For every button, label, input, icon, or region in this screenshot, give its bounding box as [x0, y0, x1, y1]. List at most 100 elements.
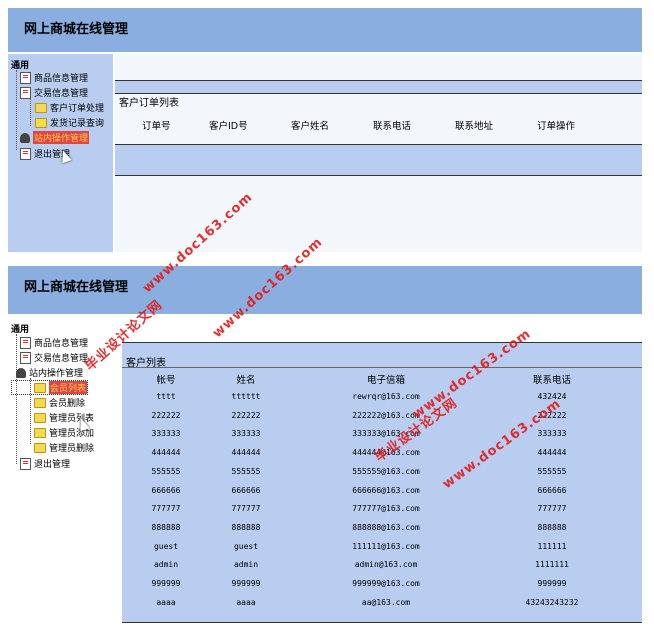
table-cell: aaaa — [236, 597, 256, 607]
tree-line — [30, 98, 31, 126]
app-title: 网上商城在线管理 — [24, 280, 129, 295]
app-title: 网上商城在线管理 — [24, 22, 129, 37]
sidebar-item-order-process[interactable]: 客户订单处理 — [35, 101, 104, 114]
sidebar-item-site-ops[interactable]: 站内操作管理 — [16, 366, 83, 379]
table-cell: 666666 — [151, 485, 181, 495]
table-cell: 888888 — [151, 522, 181, 532]
folder-icon — [35, 102, 47, 113]
user-group-icon — [20, 132, 30, 143]
document-icon — [20, 71, 31, 84]
table-cell: tttttt — [231, 392, 261, 401]
column-header: 联系电话 — [373, 121, 412, 132]
sidebar: 通用 商品信息管理 交易信息管理 客户订单处理 发货记录查询 站内操作管理 退出… — [8, 54, 113, 252]
order-list-title: 客户订单列表 — [119, 98, 179, 109]
table-cell: 777777 — [151, 504, 181, 514]
table-cell: 333333 — [151, 429, 181, 439]
column-header: 联系电话 — [532, 375, 572, 386]
document-icon — [20, 457, 31, 470]
folder-icon — [34, 427, 46, 438]
user-group-icon — [16, 367, 26, 378]
table-footer-band — [115, 144, 642, 176]
table-cell: 444444 — [231, 448, 261, 458]
sidebar-item-label: 会员删除 — [49, 399, 86, 409]
folder-icon — [34, 412, 46, 423]
column-header: 客户姓名 — [291, 121, 330, 132]
sidebar-section-general: 通用 — [11, 61, 30, 71]
table-cell: 777777 — [231, 504, 261, 514]
sidebar-item-product-info[interactable]: 商品信息管理 — [20, 336, 88, 349]
table-cell: 333333 — [537, 429, 567, 439]
sidebar-item-product-info[interactable]: 商品信息管理 — [20, 71, 88, 84]
folder-icon — [35, 117, 47, 128]
table-cell: 43243243232 — [525, 597, 579, 607]
table-cell: admin@163.com — [354, 560, 418, 570]
table-cell: 999999 — [537, 579, 567, 588]
table-cell: 444444 — [151, 448, 181, 458]
table-cell: tttt — [156, 392, 176, 401]
table-cell: 222222 — [151, 410, 181, 420]
sidebar-item-admin-delete[interactable]: 管理员删除 — [34, 441, 94, 454]
table-cell: 222222@163.com — [352, 410, 420, 420]
sidebar-item-label: 站内操作管理 — [33, 131, 90, 144]
sidebar-item-label: 会员列表 — [49, 381, 88, 394]
sidebar-item-shipping-query[interactable]: 发货记录查询 — [35, 116, 104, 129]
tree-line — [16, 334, 17, 464]
table-cell: 888888 — [231, 522, 261, 532]
table-cell: 666666 — [231, 485, 261, 495]
sidebar-item-label: 客户订单处理 — [50, 104, 105, 114]
sidebar-item-member-delete[interactable]: 会员删除 — [34, 396, 85, 409]
table-cell: 888888 — [537, 522, 567, 532]
sidebar-item-label: 交易信息管理 — [34, 354, 89, 364]
column-header: 帐号 — [156, 375, 176, 386]
app-header: 网上商城在线管理 — [8, 8, 642, 52]
document-icon — [20, 336, 31, 349]
sidebar-item-member-list[interactable]: 会员列表 — [10, 380, 89, 395]
column-header: 姓名 — [236, 375, 256, 386]
main-content: 客户列表 帐号 姓名 电子信箱 联系电话 tttt tttttt rewrqr@163.c… — [122, 318, 642, 636]
table-cell: 999999 — [231, 579, 261, 588]
column-header: 联系地址 — [455, 121, 494, 132]
folder-icon — [34, 442, 46, 453]
table-cell: 111111 — [537, 541, 567, 551]
sidebar-item-label: 站内操作管理 — [29, 369, 84, 379]
table-cell: 777777 — [537, 504, 567, 514]
column-header: 客户ID号 — [209, 121, 248, 132]
member-table: 客户列表 帐号 姓名 电子信箱 联系电话 tttt tttttt rewrqr@163.c… — [122, 352, 642, 623]
folder-icon — [34, 397, 46, 408]
top-band — [115, 80, 642, 94]
table-cell: 999999 — [151, 579, 181, 588]
order-list-screen: 网上商城在线管理 通用 商品信息管理 交易信息管理 客户订单处理 发货记录查询 … — [8, 8, 642, 252]
folder-icon — [34, 382, 46, 393]
document-icon — [20, 147, 31, 160]
table-cell: guest — [153, 541, 179, 551]
table-cell: aaaa — [156, 597, 176, 607]
main-content: 客户订单列表 订单号 客户ID号 客户姓名 联系电话 联系地址 订单操作 — [115, 54, 642, 252]
table-cell: 222222 — [231, 410, 261, 420]
sidebar-item-logout[interactable]: 退出管理 — [20, 457, 70, 470]
sidebar-item-trade-info[interactable]: 交易信息管理 — [20, 351, 88, 364]
table-cell: 555555 — [151, 466, 181, 476]
column-header: 电子信箱 — [366, 375, 406, 386]
document-icon — [20, 351, 31, 364]
app-header: 网上商城在线管理 — [8, 266, 642, 314]
sidebar-item-trade-info[interactable]: 交易信息管理 — [20, 86, 88, 99]
table-cell: aa@163.com — [361, 597, 411, 607]
sidebar-section-general: 通用 — [11, 325, 30, 335]
member-list-screen: 网上商城在线管理 通用 商品信息管理 交易信息管理 站内操作管理 会员列表 会员… — [8, 266, 642, 636]
sidebar-item-site-ops[interactable]: 站内操作管理 — [20, 131, 90, 144]
table-cell: 999999@163.com — [352, 579, 420, 588]
table-cell: 777777@163.com — [352, 504, 420, 514]
table-cell: admin — [233, 560, 259, 570]
table-cell: 555555 — [537, 466, 567, 476]
sidebar-item-label: 发货记录查询 — [50, 119, 105, 129]
table-cell: 555555@163.com — [352, 466, 420, 476]
table-cell: 666666 — [537, 485, 567, 495]
table-cell: 1111111 — [535, 560, 569, 570]
sidebar-item-label: 退出管理 — [34, 460, 71, 470]
table-cell: 444444 — [537, 448, 567, 458]
column-header: 订单操作 — [537, 121, 576, 132]
table-cell: 666666@163.com — [352, 485, 420, 495]
table-cell: 111111@163.com — [352, 541, 420, 551]
sidebar-item-label: 商品信息管理 — [34, 339, 89, 349]
table-cell: 888888@163.com — [352, 522, 420, 532]
